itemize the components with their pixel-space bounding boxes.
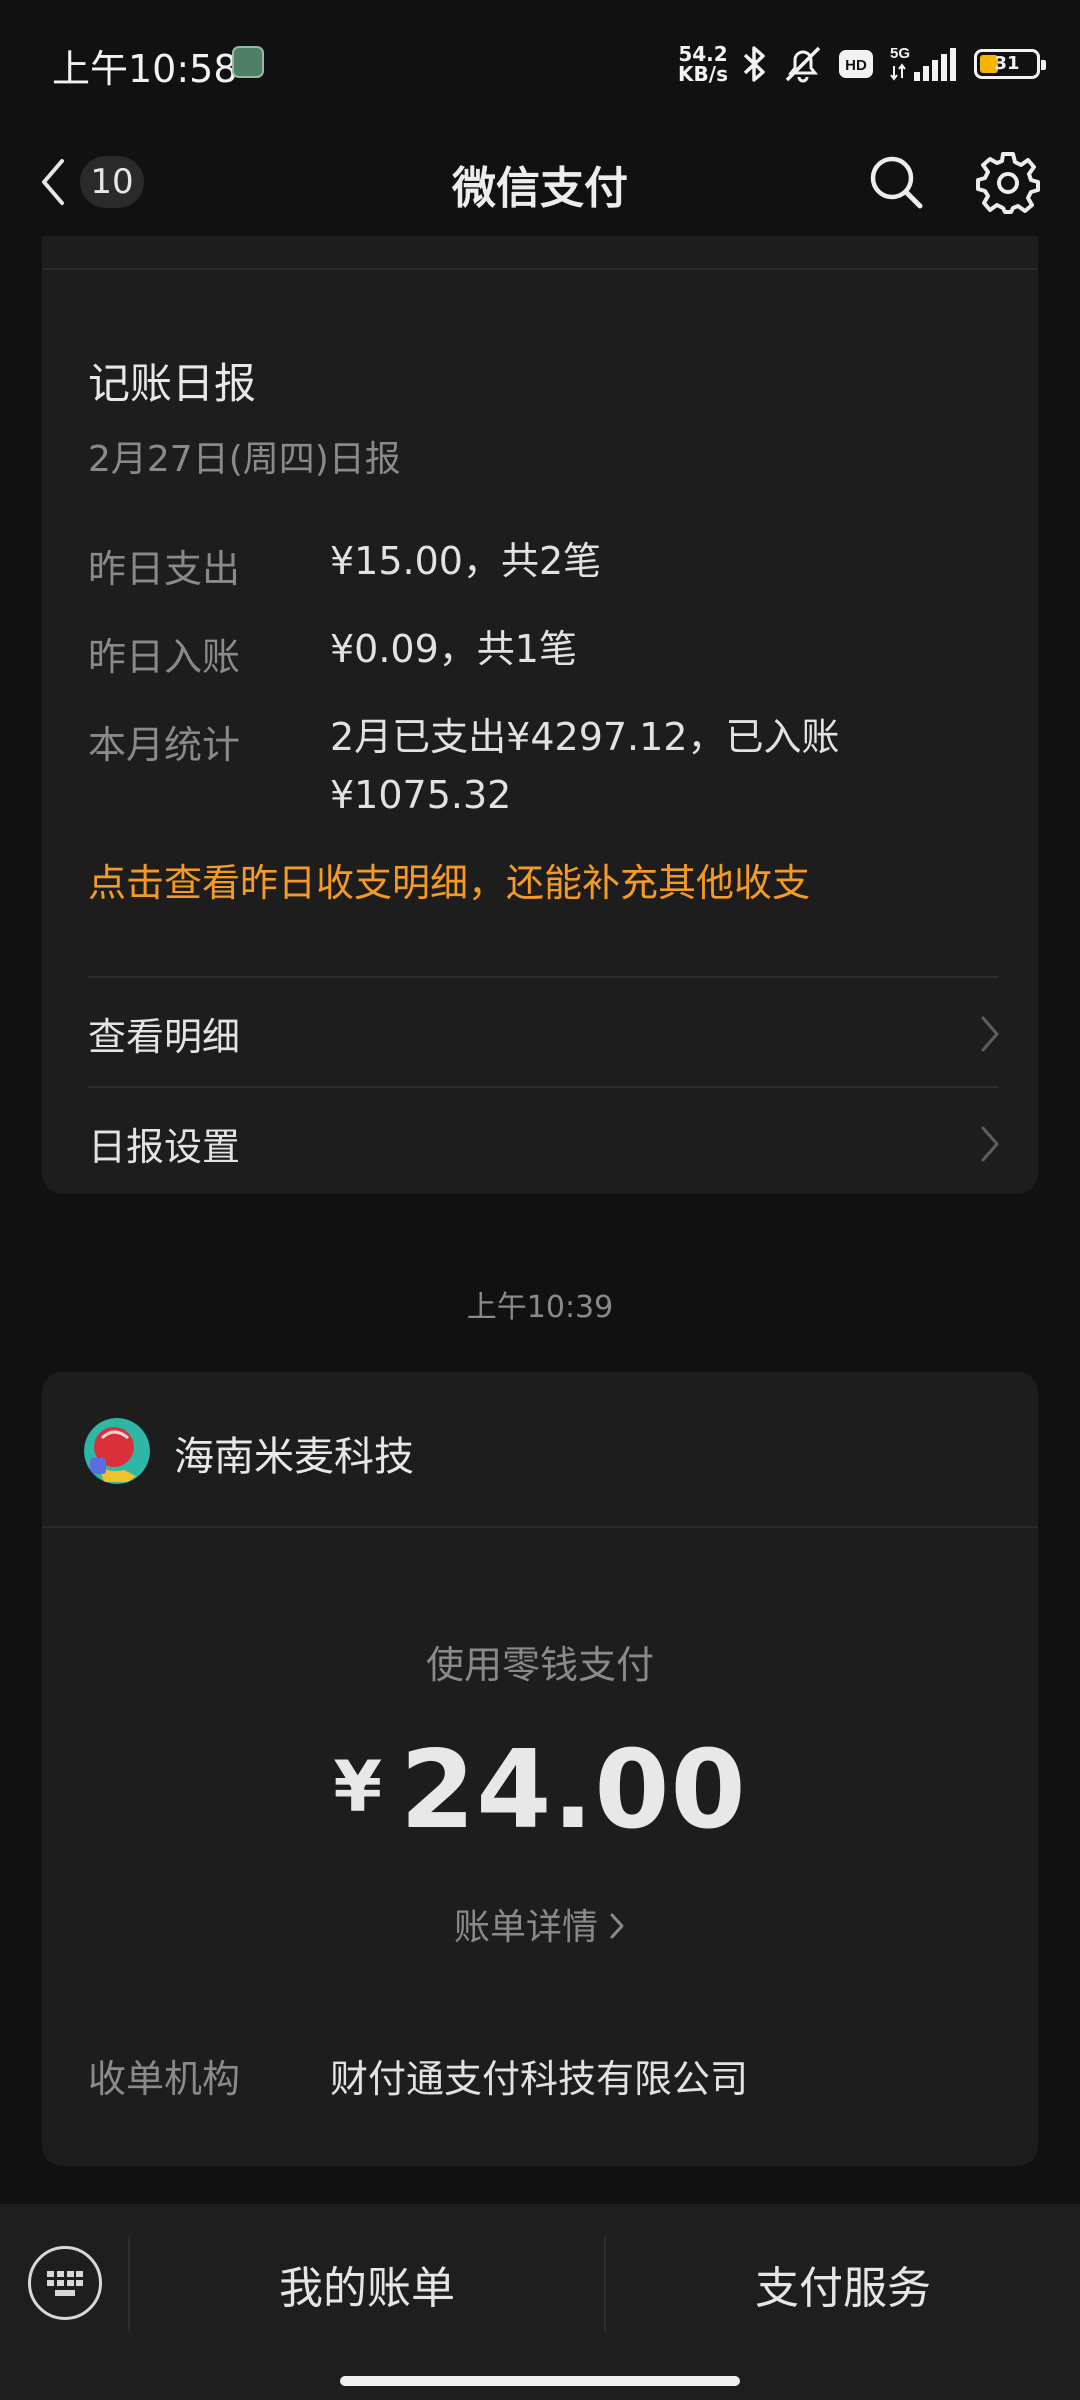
hd-icon: HD [838, 49, 874, 79]
view-details-row[interactable]: 查看明细 [42, 978, 1038, 1086]
chevron-right-icon [981, 1126, 999, 1162]
svg-text:5G: 5G [890, 45, 910, 62]
unread-count-badge: 10 [80, 156, 144, 208]
stat-value-expense: ¥15.00，共2笔 [330, 539, 602, 583]
network-speed-value: 54.2 [678, 42, 728, 66]
pay-services-button[interactable]: 支付服务 [606, 2244, 1080, 2324]
bottom-bar: 我的账单 支付服务 [0, 2204, 1080, 2400]
stat-value-monthly: 2月已支出¥4297.12，已入账¥1075.32 [330, 715, 840, 817]
acquirer-value: 财付通支付科技有限公司 [330, 2057, 749, 2101]
my-bills-button[interactable]: 我的账单 [130, 2244, 604, 2324]
report-title: 记账日报 [88, 359, 257, 408]
battery-level: 31 [994, 53, 1020, 74]
bill-detail-link[interactable]: 账单详情 [42, 1898, 1038, 1950]
payment-amount: ¥24.00 [42, 1728, 1038, 1853]
stat-label-income: 昨日入账 [88, 635, 241, 679]
bell-muted-icon [782, 44, 824, 84]
message-timestamp: 上午10:39 [466, 1290, 614, 1325]
settings-button[interactable] [976, 150, 1040, 214]
payment-method: 使用零钱支付 [425, 1643, 654, 1687]
status-icons: 54.2 KB/s HD 5G 31 [678, 40, 1046, 88]
currency-symbol: ¥ [333, 1746, 383, 1828]
card-divider [42, 268, 1038, 270]
acquirer-label: 收单机构 [88, 2057, 241, 2101]
bluetooth-icon [742, 45, 768, 83]
card-divider [42, 1526, 1038, 1528]
merchant-name: 海南米麦科技 [174, 1434, 414, 1480]
chevron-right-icon [610, 1913, 624, 1939]
home-indicator[interactable] [340, 2376, 740, 2386]
bill-detail-label: 账单详情 [453, 1907, 598, 1948]
network-speed-unit: KB/s [678, 62, 728, 86]
status-bar: 上午10:58 54.2 KB/s HD 5G 31 [0, 0, 1080, 128]
svg-text:HD: HD [845, 57, 867, 74]
chevron-right-icon [981, 1016, 999, 1052]
status-time: 上午10:58 [52, 47, 238, 91]
battery-cap [1041, 60, 1046, 70]
payment-card[interactable]: 海南米麦科技 使用零钱支付 ¥24.00 账单详情 收单机构 财付通支付科技有限… [42, 1372, 1038, 2166]
network-speed: 54.2 KB/s [678, 44, 728, 84]
report-settings-label: 日报设置 [88, 1125, 241, 1169]
search-button[interactable] [866, 152, 926, 212]
merchant-avatar [84, 1418, 150, 1484]
report-subtitle: 2月27日(周四)日报 [88, 439, 401, 480]
signal-5g-icon: 5G [888, 44, 960, 84]
back-button[interactable]: 10 [38, 148, 168, 216]
view-details-label: 查看明细 [88, 1015, 241, 1059]
report-settings-row[interactable]: 日报设置 [42, 1088, 1038, 1196]
app-notification-icon [232, 46, 264, 78]
detail-notice-link[interactable]: 点击查看昨日收支明细，还能补充其他收支 [88, 852, 810, 907]
stat-label-monthly: 本月统计 [88, 723, 241, 767]
gear-icon [976, 152, 1040, 214]
keyboard-icon [47, 2271, 83, 2296]
keyboard-toggle-button[interactable] [28, 2246, 102, 2320]
stat-label-expense: 昨日支出 [88, 547, 241, 591]
amount-value: 24.00 [400, 1728, 747, 1853]
nav-bar: 10 微信支付 [0, 128, 1080, 236]
daily-report-card[interactable]: 记账日报 2月27日(周四)日报 昨日支出 ¥15.00，共2笔 昨日入账 ¥0… [42, 236, 1038, 1194]
stat-value-income: ¥0.09，共1笔 [330, 627, 577, 671]
search-icon [870, 156, 923, 209]
battery-icon: 31 [974, 49, 1046, 79]
chevron-left-icon [42, 159, 64, 205]
